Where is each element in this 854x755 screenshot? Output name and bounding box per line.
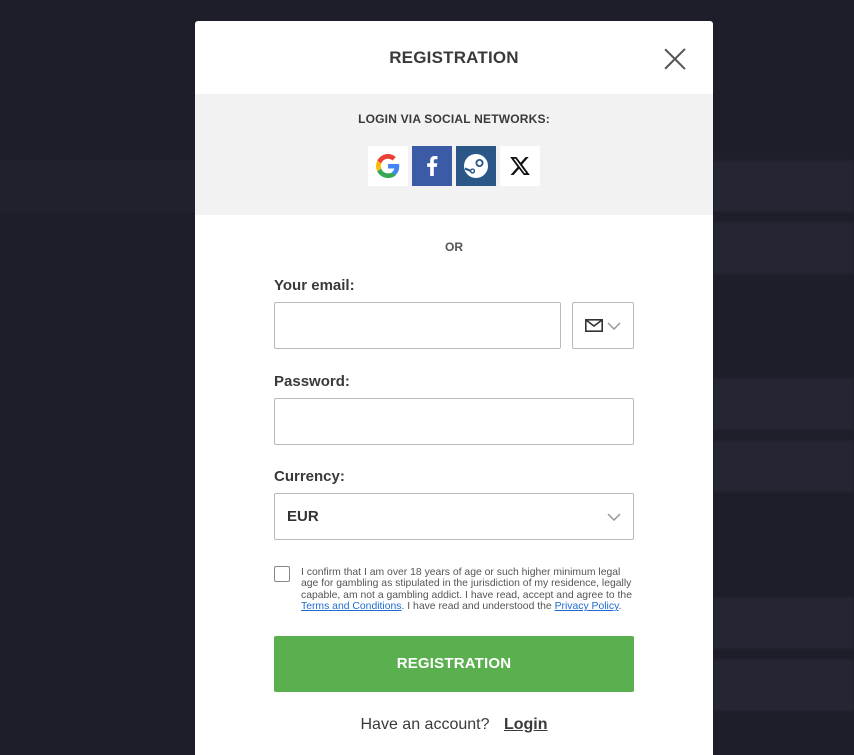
- background-row: [713, 597, 854, 649]
- currency-select[interactable]: EUR: [274, 493, 634, 540]
- consent-text-part: .: [618, 601, 622, 613]
- background-row: [713, 160, 854, 212]
- chevron-down-icon: [607, 512, 621, 521]
- account-question: Have an account?: [360, 715, 490, 733]
- background-row: [713, 378, 854, 430]
- x-login-button[interactable]: [500, 146, 540, 186]
- consent-text: I confirm that I am over 18 years of age…: [301, 567, 634, 613]
- x-icon: [510, 157, 530, 175]
- modal-title: REGISTRATION: [389, 48, 519, 67]
- social-login-section: LOGIN VIA SOCIAL NETWORKS:: [195, 94, 713, 215]
- google-icon: [376, 154, 400, 178]
- email-input[interactable]: [274, 302, 561, 349]
- account-row: Have an account? Login: [274, 716, 634, 734]
- consent-text-part: . I have read and understood the: [401, 601, 555, 613]
- consent-text-part: I confirm that I am over 18 years of age…: [301, 567, 632, 601]
- contact-method-select[interactable]: [572, 302, 634, 349]
- chevron-down-icon: [607, 321, 621, 330]
- steam-icon: [464, 154, 488, 178]
- currency-label: Currency:: [274, 468, 345, 485]
- google-login-button[interactable]: [368, 146, 408, 186]
- steam-login-button[interactable]: [456, 146, 496, 186]
- background-row: [713, 440, 854, 492]
- password-input[interactable]: [274, 398, 634, 445]
- login-link[interactable]: Login: [504, 716, 548, 733]
- envelope-icon: [585, 319, 603, 332]
- consent-row: I confirm that I am over 18 years of age…: [274, 566, 634, 613]
- or-separator: OR: [445, 240, 463, 254]
- facebook-icon: [427, 156, 438, 176]
- registration-modal: REGISTRATION LOGIN VIA SOCIAL NETWORKS:: [195, 21, 713, 755]
- privacy-link[interactable]: Privacy Policy: [555, 601, 619, 612]
- email-label: Your email:: [274, 277, 355, 294]
- social-buttons: [195, 146, 713, 186]
- currency-value: EUR: [287, 508, 319, 525]
- registration-button[interactable]: REGISTRATION: [274, 635, 634, 692]
- password-label: Password:: [274, 373, 350, 390]
- registration-form: Your email: Password: Currency: EUR I co…: [195, 277, 713, 734]
- email-row: [274, 302, 634, 349]
- social-login-title: LOGIN VIA SOCIAL NETWORKS:: [358, 112, 550, 126]
- close-icon[interactable]: [663, 47, 687, 71]
- terms-link[interactable]: Terms and Conditions: [301, 601, 402, 612]
- facebook-login-button[interactable]: [412, 146, 452, 186]
- background-row: [713, 659, 854, 711]
- modal-header: REGISTRATION: [195, 21, 713, 94]
- background-row: [0, 160, 195, 212]
- consent-checkbox[interactable]: [274, 566, 290, 582]
- background-row: [713, 222, 854, 274]
